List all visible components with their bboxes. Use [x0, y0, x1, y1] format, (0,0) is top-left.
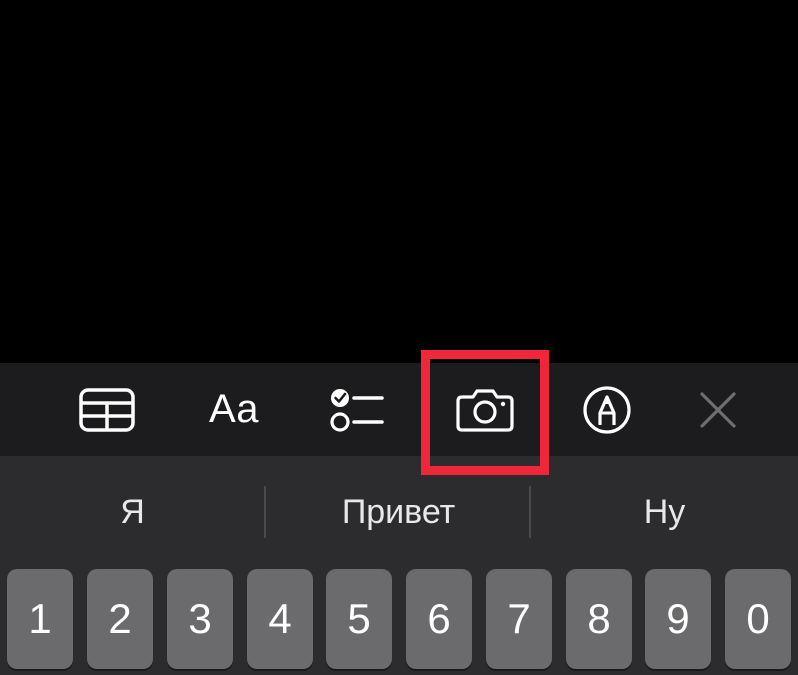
checklist-button[interactable]	[324, 363, 390, 456]
keyboard: Я Привет Ну 1 2 3 4 5 6 7 8 9 0	[0, 456, 798, 675]
key-8[interactable]: 8	[566, 569, 632, 669]
key-2[interactable]: 2	[87, 569, 153, 669]
number-row: 1 2 3 4 5 6 7 8 9 0	[0, 569, 798, 675]
text-format-button[interactable]: Aa	[196, 363, 272, 456]
markup-pen-icon	[583, 385, 631, 434]
note-editor-area[interactable]	[0, 0, 798, 363]
key-5[interactable]: 5	[326, 569, 392, 669]
key-9[interactable]: 9	[645, 569, 711, 669]
close-toolbar-button[interactable]	[693, 363, 743, 456]
table-button[interactable]	[72, 363, 142, 456]
suggestion-item[interactable]: Привет	[266, 456, 531, 568]
notes-screen: Aa Я Привет Ну 1 2 3 4 5 6 7 8 9 0	[0, 0, 798, 675]
suggestion-divider	[529, 486, 531, 538]
close-icon	[700, 391, 736, 428]
suggestion-item[interactable]: Я	[0, 456, 265, 568]
suggestion-bar: Я Привет Ну	[0, 456, 798, 568]
key-0[interactable]: 0	[725, 569, 791, 669]
camera-icon	[456, 388, 514, 432]
formatting-toolbar: Aa	[0, 363, 798, 456]
key-7[interactable]: 7	[486, 569, 552, 669]
key-4[interactable]: 4	[247, 569, 313, 669]
table-icon	[79, 387, 135, 432]
camera-button[interactable]	[453, 363, 517, 456]
markup-button[interactable]	[578, 363, 636, 456]
checklist-icon	[330, 388, 384, 432]
key-1[interactable]: 1	[7, 569, 73, 669]
key-6[interactable]: 6	[406, 569, 472, 669]
suggestion-item[interactable]: Ну	[532, 456, 797, 568]
key-3[interactable]: 3	[167, 569, 233, 669]
text-format-label: Aa	[209, 387, 259, 431]
